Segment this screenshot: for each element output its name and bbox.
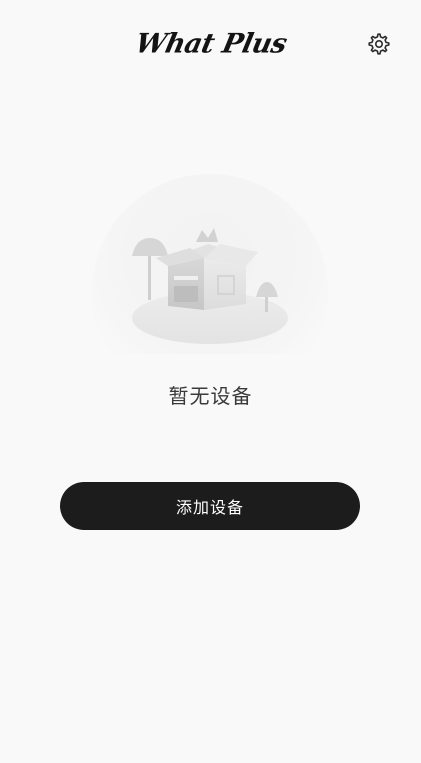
settings-button[interactable] [367, 32, 391, 56]
empty-box-illustration [92, 174, 328, 354]
gear-icon [368, 33, 390, 55]
add-device-button[interactable]: 添加设备 [60, 482, 360, 530]
empty-state-message: 暂无设备 [168, 384, 253, 408]
app-logo: What Plus [132, 28, 289, 60]
header: What Plus [0, 0, 421, 90]
device-list-screen: What Plus 暂无设备 添加设备 [0, 0, 421, 763]
